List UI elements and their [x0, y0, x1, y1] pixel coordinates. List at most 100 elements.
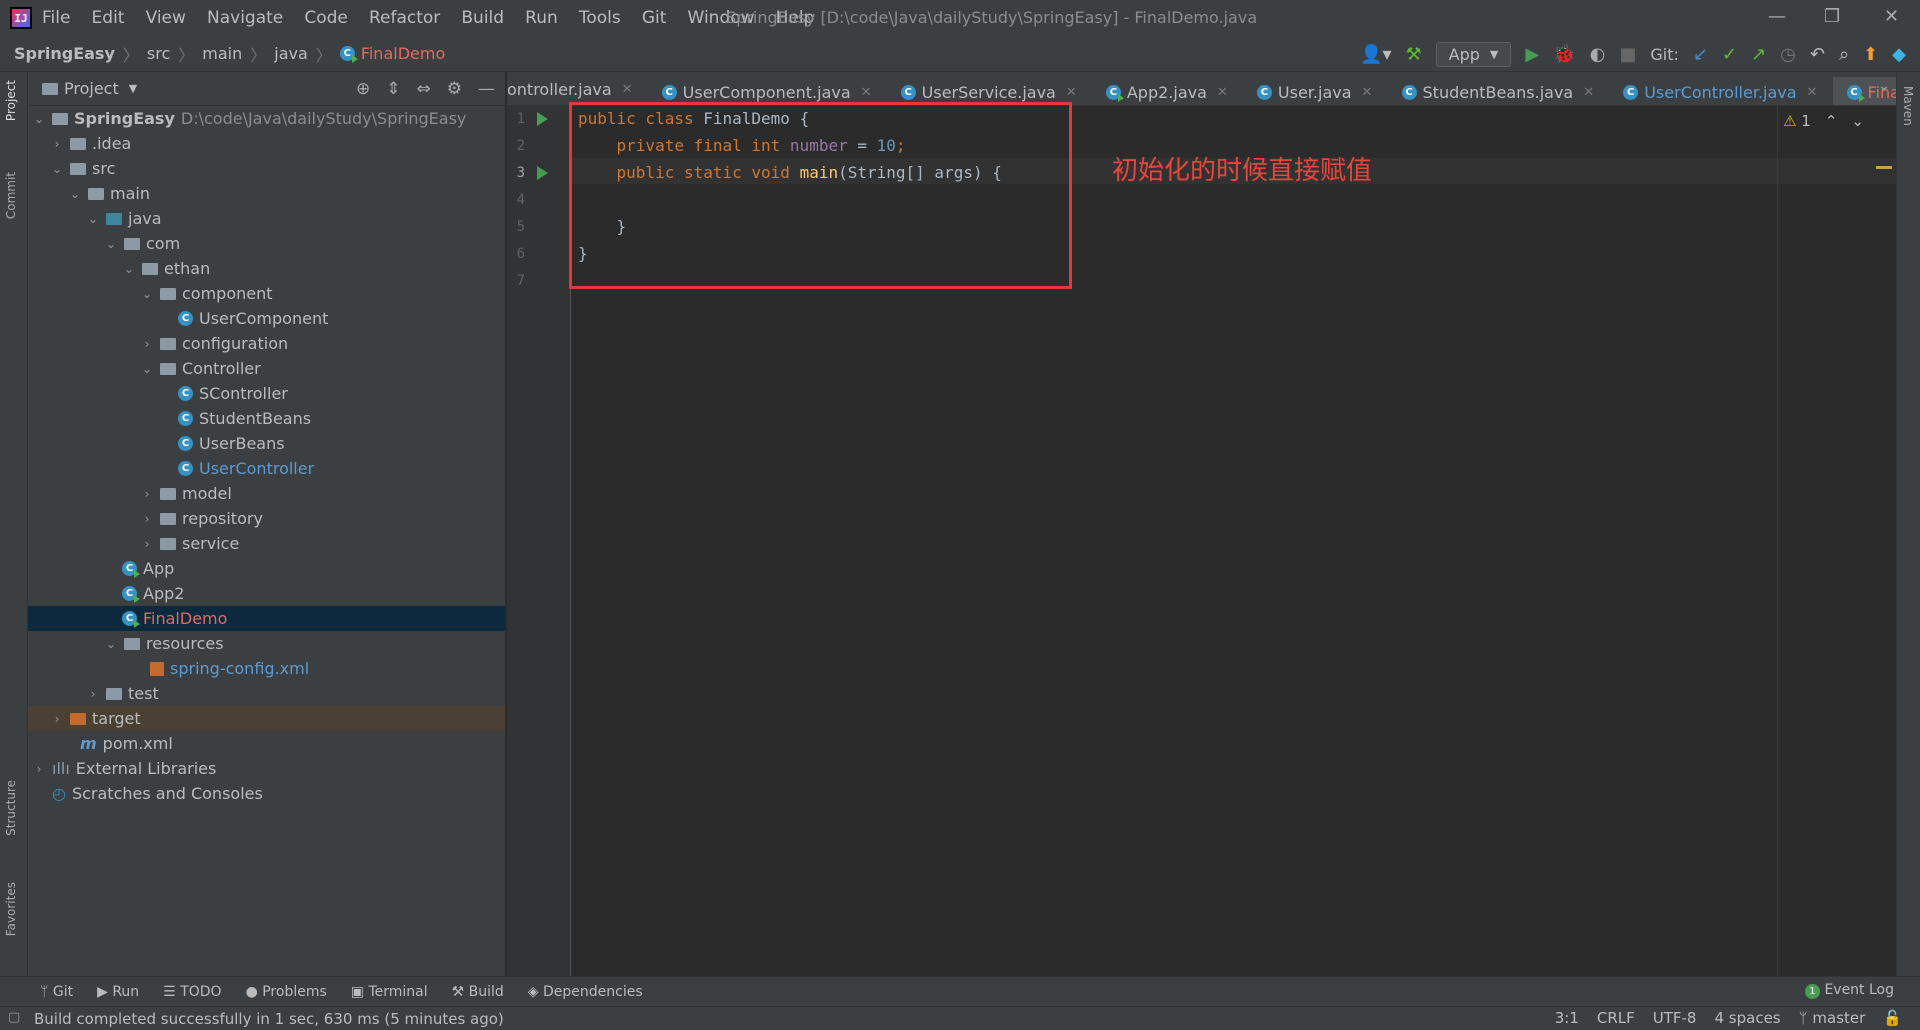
minimize-icon[interactable]: — [1768, 6, 1786, 27]
menu-file[interactable]: File [42, 8, 70, 28]
chevron-right-icon[interactable]: › [50, 712, 64, 726]
file-encoding[interactable]: UTF-8 [1653, 1009, 1697, 1027]
tree-item-service[interactable]: › service [28, 531, 505, 556]
tree-item-usercomponent[interactable]: C UserComponent [28, 306, 505, 331]
run-config-select[interactable]: App ▼ [1435, 41, 1512, 67]
tree-item-app2[interactable]: C App2 [28, 581, 505, 606]
chevron-right-icon[interactable]: › [140, 487, 154, 501]
breadcrumb-src[interactable]: src [147, 44, 170, 63]
caret-position[interactable]: 3:1 [1555, 1009, 1579, 1027]
tool-tab-problems[interactable]: ● Problems [246, 984, 327, 1000]
close-icon[interactable]: ✕ [1362, 85, 1373, 100]
chevron-up-icon[interactable]: ⌃ [1825, 112, 1838, 130]
tree-item-usercontroller[interactable]: C UserController [28, 456, 505, 481]
tool-tab-maven[interactable]: Maven [1901, 86, 1915, 126]
tab-usercontroller[interactable]: C UserController.java ✕ [1609, 75, 1827, 105]
event-log-button[interactable]: 1 Event Log [1804, 982, 1894, 999]
locate-icon[interactable]: ⊕ [356, 79, 370, 99]
tree-item-external-libraries[interactable]: › ıllı External Libraries [28, 756, 505, 781]
close-icon[interactable]: ✕ [1066, 85, 1077, 100]
tree-item-finaldemo[interactable]: C FinalDemo [28, 606, 505, 631]
lock-icon[interactable]: 🔓 [1883, 1009, 1902, 1027]
tree-item-java[interactable]: ⌄ java [28, 206, 505, 231]
tool-tab-favorites[interactable]: Favorites [4, 882, 18, 936]
chevron-down-icon[interactable]: ⌄ [50, 162, 64, 176]
close-icon[interactable]: ✕ [1583, 85, 1594, 100]
status-message[interactable]: Build completed successfully in 1 sec, 6… [34, 1010, 504, 1028]
collapse-all-icon[interactable]: ⇔ [417, 79, 431, 99]
expand-all-icon[interactable]: ⇕ [386, 79, 400, 99]
tool-tab-build[interactable]: ⚒ Build [452, 984, 504, 1000]
indent-setting[interactable]: 4 spaces [1714, 1009, 1780, 1027]
tree-item-spring-config[interactable]: spring-config.xml [28, 656, 505, 681]
chevron-right-icon[interactable]: › [50, 137, 64, 151]
error-stripe-mark[interactable] [1876, 166, 1892, 169]
tab-controller[interactable]: ontroller.java ✕ [507, 72, 643, 105]
tree-item-ethan[interactable]: ⌄ ethan [28, 256, 505, 281]
chevron-down-icon[interactable]: ⌄ [122, 262, 136, 276]
tree-item-test[interactable]: › test [28, 681, 505, 706]
breadcrumb-finaldemo[interactable]: FinalDemo [361, 44, 445, 63]
tree-item-idea[interactable]: › .idea [28, 131, 505, 156]
hide-icon[interactable]: — [478, 79, 495, 99]
restore-icon[interactable]: ❐ [1824, 6, 1840, 27]
tree-item-resources[interactable]: ⌄ resources [28, 631, 505, 656]
tree-item-target[interactable]: › target [28, 706, 505, 731]
tab-user[interactable]: C User.java ✕ [1243, 75, 1383, 105]
menu-refactor[interactable]: Refactor [369, 8, 440, 28]
git-branch-widget[interactable]: ᛘ master [1799, 1009, 1866, 1027]
chevron-down-icon[interactable]: ⌄ [1851, 112, 1864, 130]
chevron-right-icon[interactable]: › [86, 687, 100, 701]
tool-tab-terminal[interactable]: ▣ Terminal [351, 984, 428, 1000]
run-icon[interactable]: ▶ [1525, 44, 1539, 65]
breadcrumb-project[interactable]: SpringEasy [14, 44, 115, 63]
git-commit-icon[interactable]: ✓ [1722, 44, 1737, 65]
menu-build[interactable]: Build [461, 8, 504, 28]
menu-git[interactable]: Git [642, 8, 667, 28]
coverage-icon[interactable]: ◐ [1590, 44, 1606, 65]
close-icon[interactable]: ✕ [1217, 85, 1228, 100]
tool-tab-commit[interactable]: Commit [4, 172, 18, 219]
chevron-down-icon[interactable]: ⌄ [86, 212, 100, 226]
tree-item-scontroller[interactable]: C SController [28, 381, 505, 406]
tree-item-scratches[interactable]: ◴ Scratches and Consoles [28, 781, 505, 806]
close-icon[interactable]: ✕ [861, 85, 872, 100]
user-icon[interactable]: 👤▾ [1360, 44, 1391, 65]
tree-item-controller[interactable]: ⌄ Controller [28, 356, 505, 381]
tab-app2[interactable]: C App2.java ✕ [1092, 75, 1238, 105]
close-icon[interactable]: ✕ [1884, 6, 1899, 27]
menu-code[interactable]: Code [304, 8, 348, 28]
tree-item-com[interactable]: ⌄ com [28, 231, 505, 256]
debug-icon[interactable]: 🐞 [1553, 44, 1575, 65]
chevron-down-icon[interactable]: ⌄ [140, 362, 154, 376]
chevron-right-icon[interactable]: › [140, 512, 154, 526]
chevron-down-icon[interactable]: ⌄ [140, 287, 154, 301]
menu-tools[interactable]: Tools [579, 8, 621, 28]
tree-item-component[interactable]: ⌄ component [28, 281, 505, 306]
chevron-down-icon[interactable]: ▼ [129, 82, 137, 95]
tree-item-studentbeans[interactable]: C StudentBeans [28, 406, 505, 431]
git-push-icon[interactable]: ↗ [1751, 44, 1766, 65]
chevron-down-icon[interactable]: ⌄ [104, 637, 118, 651]
plugin-icon[interactable]: ◆ [1892, 44, 1906, 65]
tool-tab-dependencies[interactable]: ◈ Dependencies [528, 984, 643, 1000]
breadcrumb-java[interactable]: java [274, 44, 308, 63]
chevron-right-icon[interactable]: › [140, 537, 154, 551]
line-separator[interactable]: CRLF [1597, 1009, 1635, 1027]
update-icon[interactable]: ⬆ [1863, 44, 1878, 65]
rollback-icon[interactable]: ↶ [1810, 44, 1825, 65]
run-gutter-icon[interactable] [537, 166, 548, 180]
tree-item-userbeans[interactable]: C UserBeans [28, 431, 505, 456]
tree-item-configuration[interactable]: › configuration [28, 331, 505, 356]
tool-tab-project[interactable]: Project [4, 80, 18, 121]
chevron-down-icon[interactable]: ⌄ [1878, 78, 1890, 94]
tool-tab-structure[interactable]: Structure [4, 780, 18, 836]
tool-tab-todo[interactable]: ☰ TODO [163, 984, 221, 1000]
menu-run[interactable]: Run [525, 8, 558, 28]
hammer-build-icon[interactable]: ⚒ [1405, 44, 1421, 65]
menu-edit[interactable]: Edit [92, 8, 125, 28]
chevron-down-icon[interactable]: ⌄ [32, 112, 46, 126]
tree-item-main[interactable]: ⌄ main [28, 181, 505, 206]
menu-navigate[interactable]: Navigate [207, 8, 283, 28]
chevron-right-icon[interactable]: › [140, 337, 154, 351]
